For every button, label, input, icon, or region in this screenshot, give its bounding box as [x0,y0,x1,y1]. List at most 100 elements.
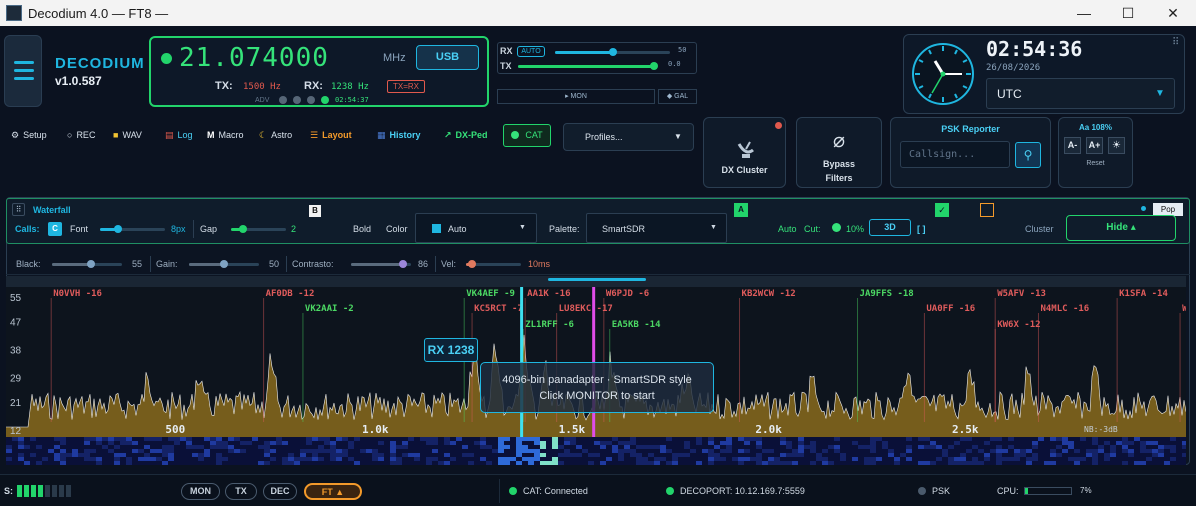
dx-cluster-button[interactable]: DX Cluster [703,117,786,188]
waterfall-cell [408,457,414,461]
dec-button[interactable]: DEC [263,483,297,500]
font-size-value: 8px [171,224,186,234]
font-size-slider[interactable] [100,225,165,233]
tx-equals-rx-badge[interactable]: TX=RX [387,80,425,93]
waterfall-cell [576,441,582,445]
waterfall-cell [156,445,162,449]
dxped-button[interactable]: ↗ DX-Ped [444,130,488,141]
check-icon[interactable]: ✓ [935,203,949,217]
menu-button[interactable] [4,35,42,107]
waterfall-cell [360,437,366,441]
profiles-select[interactable]: Profiles... ▼ [563,123,694,151]
waterfall-cell [990,441,996,445]
frequency-display[interactable]: 21.074000 [179,43,329,73]
palette-select[interactable]: SmartSDR ▼ [586,213,727,243]
waterfall-cell [1152,457,1158,461]
waterfall-cell [816,453,822,457]
waterfall-cell [984,437,990,441]
badge-a[interactable]: A [734,203,748,217]
waterfall-cell [804,453,810,457]
gain-knob[interactable] [220,260,228,268]
mon-button[interactable]: MON [181,483,220,500]
waterfall-cell [846,449,852,453]
calls-color-swatch[interactable]: C [48,222,62,236]
tx-level-slider[interactable] [518,62,658,70]
font-size-knob[interactable] [114,225,122,233]
drag-handle-icon[interactable]: ⠿ [12,203,25,216]
black-knob[interactable] [86,260,95,268]
timezone-select[interactable]: UTC ▼ [986,78,1175,109]
scroll-thumb[interactable] [548,278,646,281]
waterfall-cell [384,457,390,461]
bold-toggle[interactable]: Bold [353,224,371,234]
black-slider[interactable] [52,260,122,268]
waterfall-cell [978,437,984,441]
auto-level-toggle[interactable]: AUTO [517,46,545,57]
waterfall-image[interactable] [6,437,1186,465]
waterfall-cell [444,449,450,453]
astro-button[interactable]: ☾ Astro [259,130,292,141]
rx-level-knob[interactable] [608,48,617,56]
search-icon[interactable]: ⚲ [1015,142,1041,168]
hide-button[interactable]: Hide ▴ [1066,215,1176,241]
bypass-filters-button[interactable]: ⌀ Bypass Filters [796,117,882,188]
checkbox-empty[interactable] [980,203,994,217]
mode-button[interactable]: USB [416,45,479,70]
setup-button[interactable]: ⚙ Setup [11,130,47,141]
ft-mode-button[interactable]: FT ▲ [304,483,362,500]
waterfall-cell [510,453,516,457]
auto-cut-toggle[interactable] [832,223,841,232]
wav-button[interactable]: ■ WAV [113,130,142,140]
waterfall-cell [78,437,84,441]
tx-button[interactable]: TX [225,483,257,500]
monitor-button[interactable]: ▸ MON [497,89,655,104]
macro-button[interactable]: M Macro [207,130,244,140]
3d-toggle[interactable]: 3D [869,219,911,236]
font-increase-button[interactable]: A+ [1086,137,1103,154]
waterfall-cell [924,457,930,461]
waterfall-cell [318,445,324,449]
rx-marker-label[interactable]: RX 1238 [424,338,478,362]
close-button[interactable]: ✕ [1164,4,1182,22]
rec-button[interactable]: ○ REC [67,130,95,140]
waterfall-cell [870,445,876,449]
speed-slider[interactable] [466,260,521,268]
font-reset-button[interactable]: Reset [1059,160,1132,167]
cat-button[interactable]: CAT [503,124,551,147]
gain-slider[interactable] [189,260,259,268]
waterfall-cell [774,449,780,453]
cpu-label: CPU: [997,486,1019,496]
font-decrease-button[interactable]: A- [1064,137,1081,154]
rx-level-slider[interactable] [555,48,670,56]
waterfall-cell [708,457,714,461]
tx-level-knob[interactable] [650,62,658,70]
color-select[interactable]: Auto ▼ [415,213,537,243]
waterfall-cell [336,457,342,461]
waterfall-cell [168,453,174,457]
speed-knob[interactable] [467,260,476,268]
waterfall-cell [936,449,942,453]
contrast-slider[interactable] [351,260,411,268]
waterfall-cell [252,441,258,445]
badge-b[interactable]: B [309,205,321,217]
gap-knob[interactable] [239,225,247,233]
waterfall-cell [312,461,318,465]
bracket-toggle[interactable]: [ ] [917,224,926,234]
callsign-input[interactable]: Callsign... [900,141,1010,168]
contrast-knob[interactable] [398,260,407,268]
maximize-button[interactable]: ☐ [1119,4,1137,22]
drag-handle-icon[interactable]: ⠿ [1172,37,1179,48]
gap-slider[interactable] [231,225,286,233]
waterfall-cell [222,461,228,465]
monitor-overlay[interactable]: 4096-bin panadapter · SmartSDR style Cli… [480,362,714,413]
layout-button[interactable]: ☰ Layout [310,130,352,141]
waterfall-cell [972,437,978,441]
waterfall-cell [558,461,564,465]
waterfall-cell [342,457,348,461]
minimize-button[interactable]: — [1075,4,1093,22]
theme-toggle-icon[interactable]: ☀ [1108,137,1125,154]
waterfall-cell [1128,437,1134,441]
gal-button[interactable]: ◆ GAL [658,89,697,104]
log-button[interactable]: ▤ Log [165,130,193,141]
history-button[interactable]: ▦ History [377,130,421,141]
